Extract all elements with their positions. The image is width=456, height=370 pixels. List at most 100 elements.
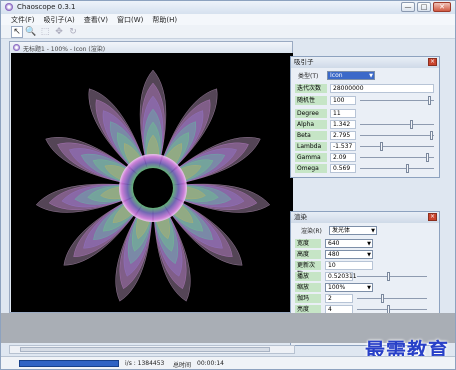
- chevron-down-icon: ▼: [371, 227, 375, 234]
- render-field-label: 更新次数: [295, 260, 321, 278]
- param-label: Alpha: [295, 119, 327, 129]
- render-progress-bar: [19, 360, 119, 367]
- param-row-degree: Degree 11: [295, 108, 356, 118]
- menu-window[interactable]: 窗口(W): [117, 15, 143, 25]
- render-field-value: 0.520311: [328, 272, 357, 280]
- param-value-field[interactable]: 11: [330, 108, 356, 118]
- slider-thumb[interactable]: [428, 95, 431, 105]
- slider-thumb[interactable]: [387, 271, 390, 281]
- menu-attractor[interactable]: 吸引子(A): [44, 15, 75, 25]
- attractor-panel-close-icon[interactable]: ×: [428, 58, 437, 66]
- render-field-label: 播放: [295, 271, 321, 281]
- render-canvas[interactable]: [11, 53, 293, 312]
- iterations-label: 迭代次数: [295, 83, 327, 93]
- render-field-row: 高度 480 ▼: [295, 249, 373, 259]
- param-row-gamma: Gamma 2.09: [295, 152, 434, 162]
- render-field-label: 宽度: [295, 238, 321, 248]
- render-mode-row: 渲染(R) 发光体 ▼: [295, 225, 377, 235]
- speed-readout: i/s : 1384453: [125, 360, 165, 367]
- elapsed-label: 总时间: [173, 362, 192, 369]
- randomness-field[interactable]: 100: [330, 95, 356, 105]
- chevron-down-icon: ▼: [369, 72, 373, 79]
- slider-thumb[interactable]: [430, 130, 433, 140]
- slider-thumb[interactable]: [406, 163, 409, 173]
- param-value-field[interactable]: 1.342: [330, 119, 356, 129]
- slider-thumb[interactable]: [410, 119, 413, 129]
- horizontal-scrollbar[interactable]: [9, 345, 295, 354]
- title-bar: Chaoscope 0.3.1 — □ ✕: [1, 1, 455, 14]
- type-select-value: Icon: [330, 71, 343, 79]
- render-mode-select[interactable]: 发光体 ▼: [329, 225, 377, 235]
- render-field-row: 播放 0.520311: [295, 271, 427, 281]
- param-row-beta: Beta 2.795: [295, 130, 434, 140]
- document-window: 无标题1 - 100% - Icon (渲染): [9, 41, 293, 313]
- render-panel-title: 渲染 ×: [291, 212, 439, 223]
- rotate-tool-icon[interactable]: ↻: [67, 26, 79, 38]
- param-slider[interactable]: [360, 130, 434, 140]
- attractor-panel: 吸引子 × 类型(T) Icon ▼ 迭代次数 28000000 随机性 100 …: [290, 56, 440, 178]
- type-select[interactable]: Icon ▼: [327, 70, 375, 80]
- render-field-slider[interactable]: [357, 293, 427, 303]
- param-row-lambda: Lambda -1.537: [295, 141, 434, 151]
- param-slider[interactable]: [360, 152, 434, 162]
- menu-file[interactable]: 文件(F): [11, 15, 35, 25]
- scrollbar-thumb[interactable]: [20, 347, 270, 352]
- render-field-select[interactable]: 480 ▼: [325, 249, 373, 259]
- slider-thumb[interactable]: [381, 293, 384, 303]
- param-label: Gamma: [295, 152, 327, 162]
- render-panel-close-icon[interactable]: ×: [428, 213, 437, 221]
- render-mode-label: 渲染(R): [301, 227, 322, 235]
- app-title: Chaoscope 0.3.1: [17, 3, 76, 11]
- slider-thumb[interactable]: [426, 152, 429, 162]
- toolbar: ↖ 🔍 ⬚ ✥ ↻: [1, 25, 455, 39]
- param-slider[interactable]: [360, 141, 434, 151]
- slider-thumb[interactable]: [380, 141, 383, 151]
- document-title: 无标题1 - 100% - Icon (渲染): [23, 46, 106, 53]
- param-label: Lambda: [295, 141, 327, 151]
- chevron-down-icon: ▼: [367, 284, 371, 291]
- app-logo-icon: [5, 3, 13, 11]
- render-field-input[interactable]: 2: [325, 293, 353, 303]
- render-field-value: 2: [328, 294, 332, 302]
- render-mode-value: 发光体: [332, 226, 351, 234]
- render-field-value: 4: [328, 305, 332, 313]
- render-field-select[interactable]: 640 ▼: [325, 238, 373, 248]
- param-value-field[interactable]: 2.09: [330, 152, 356, 162]
- param-row-omega: Omega 0.569: [295, 163, 434, 173]
- select-tool-icon[interactable]: ⬚: [39, 26, 51, 38]
- move-tool-icon[interactable]: ✥: [53, 26, 65, 38]
- menu-view[interactable]: 查看(V): [84, 15, 108, 25]
- elapsed-value: 00:00:14: [197, 360, 224, 367]
- maximize-button[interactable]: □: [417, 2, 431, 12]
- attractor-panel-title-text: 吸引子: [294, 58, 314, 66]
- randomness-slider[interactable]: [360, 95, 434, 105]
- render-field-slider[interactable]: [357, 271, 427, 281]
- render-field-value: 10: [328, 261, 336, 269]
- minimize-button[interactable]: —: [401, 2, 415, 12]
- menu-help[interactable]: 帮助(H): [152, 15, 177, 25]
- param-slider[interactable]: [360, 119, 434, 129]
- type-label: 类型(T): [298, 72, 319, 80]
- render-field-input[interactable]: 10: [325, 260, 373, 270]
- chevron-down-icon: ▼: [367, 251, 371, 258]
- zoom-tool-icon[interactable]: 🔍: [25, 26, 37, 38]
- render-field-input[interactable]: 0.520311: [325, 271, 357, 281]
- render-field-select[interactable]: 100% ▼: [325, 282, 373, 292]
- randomness-label: 随机性: [295, 95, 327, 105]
- attractor-image: [35, 69, 271, 302]
- iterations-field[interactable]: 28000000: [330, 83, 434, 93]
- pointer-tool-icon[interactable]: ↖: [11, 25, 23, 38]
- app-window: Chaoscope 0.3.1 — □ ✕ 文件(F) 吸引子(A) 查看(V)…: [0, 0, 456, 370]
- chevron-down-icon: ▼: [367, 240, 371, 247]
- param-value-field[interactable]: 0.569: [330, 163, 356, 173]
- render-field-value: 640: [328, 239, 340, 247]
- render-field-value: 100%: [328, 283, 346, 291]
- render-field-row: 宽度 640 ▼: [295, 238, 373, 248]
- param-slider[interactable]: [360, 163, 434, 173]
- render-field-row: 更新次数 10: [295, 260, 373, 278]
- close-button[interactable]: ✕: [433, 2, 451, 12]
- render-field-label: 缩放: [295, 282, 321, 292]
- attractor-panel-title: 吸引子 ×: [291, 57, 439, 68]
- param-value-field[interactable]: -1.537: [330, 141, 356, 151]
- param-value-field[interactable]: 2.795: [330, 130, 356, 140]
